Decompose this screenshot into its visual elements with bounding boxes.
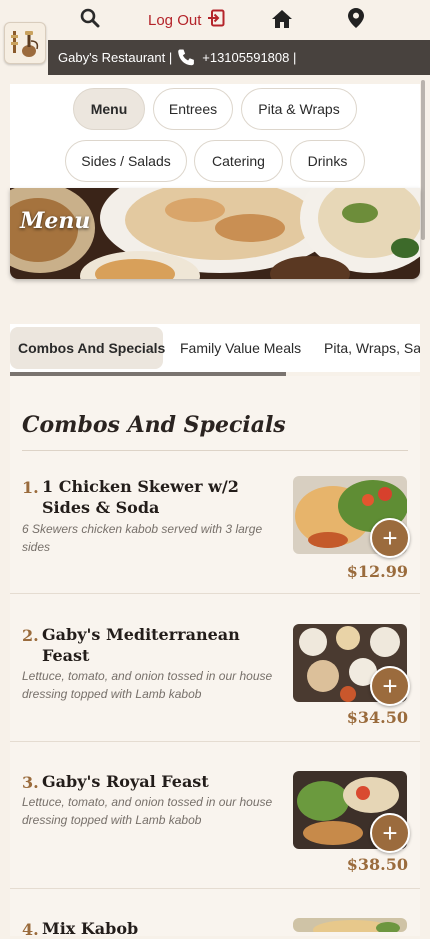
item-description: Lettuce, tomato, and onion tossed in our… (22, 669, 273, 701)
item-price: $34.50 (346, 708, 408, 727)
page-scrollbar[interactable] (421, 80, 425, 240)
section-tabs: Combos And Specials Family Value Meals P… (10, 324, 420, 372)
logout-icon (207, 9, 225, 31)
tab-label: Family Value Meals (180, 340, 302, 356)
item-name: 1 Chicken Skewer w/2 Sides & Soda (42, 477, 239, 517)
category-pill-label: Pita & Wraps (258, 101, 340, 117)
add-to-cart-button[interactable]: + (370, 666, 410, 706)
item-number: 1. (22, 478, 39, 497)
item-number: 4. (22, 920, 39, 939)
tab-label: Pita, Wraps, Sar (324, 340, 420, 356)
category-nav: Menu Entrees Pita & Wraps Sides / Salads… (10, 84, 420, 188)
menu-item[interactable]: 4. Mix Kabob (10, 918, 420, 939)
category-pill-catering[interactable]: Catering (194, 140, 283, 182)
restaurant-logo[interactable] (4, 22, 46, 64)
category-pill-label: Entrees (168, 101, 218, 117)
logout-label: Log Out (148, 11, 202, 29)
phone-icon[interactable] (176, 48, 196, 68)
item-divider (10, 741, 420, 742)
menu-item[interactable]: 3. Gaby's Royal Feast Lettuce, tomato, a… (10, 771, 420, 889)
tab-pita-wraps-sandwiches[interactable]: Pita, Wraps, Sar (324, 327, 420, 369)
item-divider (10, 593, 420, 594)
section-divider (22, 450, 408, 451)
add-to-cart-button[interactable]: + (370, 813, 410, 853)
contact-bar: Gaby's Restaurant | +13105591808 | (48, 40, 430, 75)
item-price: $12.99 (346, 562, 408, 581)
category-pill-entrees[interactable]: Entrees (153, 88, 233, 130)
item-name: Mix Kabob (42, 919, 139, 938)
tab-label: Combos And Specials (18, 340, 166, 356)
section-title: Combos And Specials (22, 412, 286, 438)
phone-number[interactable]: +13105591808 | (202, 50, 296, 65)
item-name: Gaby's Mediterranean Feast (42, 625, 240, 665)
search-icon[interactable] (80, 8, 100, 35)
item-name: Gaby's Royal Feast (42, 772, 209, 791)
menu-item[interactable]: 1. 1 Chicken Skewer w/2 Sides & Soda 6 S… (10, 476, 420, 594)
restaurant-name: Gaby's Restaurant | (58, 50, 173, 65)
category-pill-pita-wraps[interactable]: Pita & Wraps (241, 88, 357, 130)
top-bar: Log Out (0, 0, 430, 40)
category-pill-drinks[interactable]: Drinks (290, 140, 365, 182)
item-description: Lettuce, tomato, and onion tossed in our… (22, 795, 273, 827)
category-pill-label: Drinks (307, 153, 348, 169)
item-photo[interactable] (293, 918, 407, 932)
home-icon[interactable] (271, 9, 293, 34)
tab-combos-and-specials[interactable]: Combos And Specials (10, 327, 166, 369)
category-pill-label: Sides / Salads (81, 153, 171, 169)
item-price: $38.50 (346, 855, 408, 874)
tab-family-value-meals[interactable]: Family Value Meals (180, 327, 301, 369)
category-pill-sides-salads[interactable]: Sides / Salads (65, 140, 187, 182)
category-pill-label: Menu (90, 101, 128, 117)
hookah-logo-icon (11, 31, 39, 57)
item-description: 6 Skewers chicken kabob served with 3 la… (22, 522, 263, 554)
add-to-cart-button[interactable]: + (370, 518, 410, 558)
item-number: 2. (22, 626, 39, 645)
category-pill-menu[interactable]: Menu (73, 88, 145, 130)
item-number: 3. (22, 773, 39, 792)
category-pill-label: Catering (212, 153, 265, 169)
menu-item[interactable]: 2. Gaby's Mediterranean Feast Lettuce, t… (10, 624, 420, 742)
logout-button[interactable]: Log Out (148, 9, 225, 31)
location-pin-icon[interactable] (347, 7, 365, 34)
menu-banner: Menu (10, 188, 420, 279)
item-divider (10, 888, 420, 889)
banner-title: Menu (20, 208, 91, 234)
